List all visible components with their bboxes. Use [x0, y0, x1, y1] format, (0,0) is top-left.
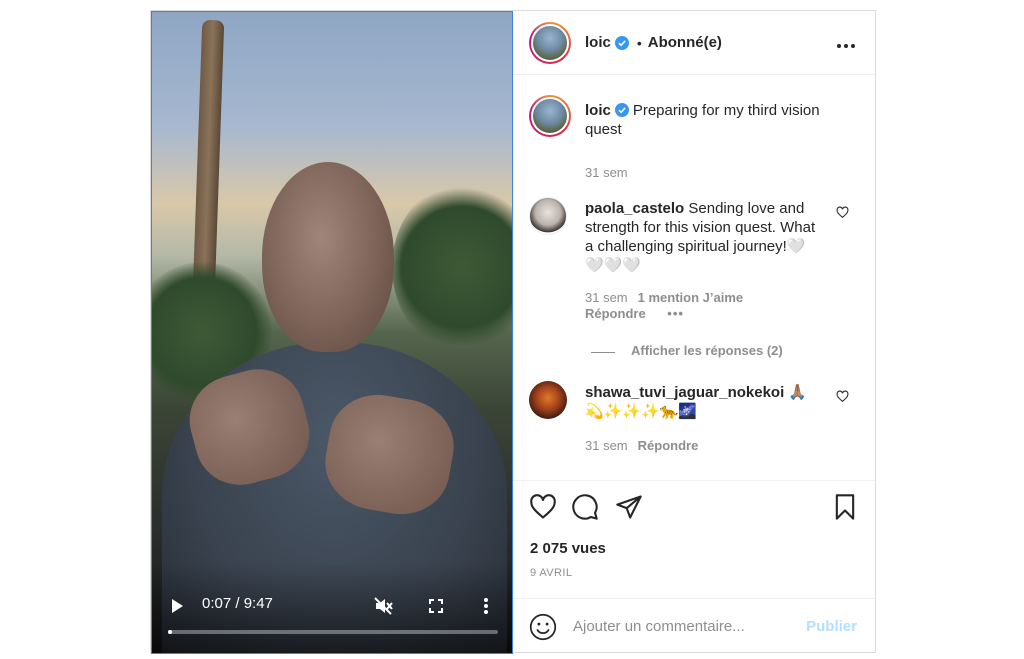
- commenter-avatar[interactable]: [529, 381, 567, 419]
- share-icon[interactable]: [615, 493, 643, 521]
- mute-icon[interactable]: [372, 594, 396, 618]
- author-avatar[interactable]: [529, 21, 571, 64]
- header-separator: •: [636, 34, 642, 51]
- comment-options-icon[interactable]: •••: [667, 306, 684, 321]
- view-count[interactable]: 2 075 vues: [530, 540, 606, 557]
- video-time: 0:07 / 9:47: [202, 595, 273, 612]
- comment-input[interactable]: [573, 618, 793, 635]
- caption-age: 31 sem: [585, 165, 628, 180]
- like-comment-heart-icon[interactable]: [836, 390, 849, 403]
- post-actions: 2 075 vues 9 AVRIL: [513, 480, 875, 598]
- like-heart-icon[interactable]: [529, 493, 557, 521]
- comment-icon[interactable]: [571, 493, 599, 521]
- caption-avatar[interactable]: [529, 95, 571, 137]
- verified-badge-icon: [614, 103, 629, 117]
- follow-status[interactable]: Abonné(e): [648, 34, 722, 51]
- commenter-avatar[interactable]: [529, 197, 567, 235]
- video-progress-bar[interactable]: [168, 630, 498, 634]
- save-bookmark-icon[interactable]: [831, 493, 859, 521]
- like-comment-heart-icon[interactable]: [836, 206, 849, 219]
- person-head: [262, 162, 394, 352]
- view-replies-label[interactable]: Afficher les réponses (2): [631, 343, 783, 358]
- post-modal: 0:07 / 9:47 loic • Abonné(e) loic Prepar…: [150, 10, 876, 654]
- video-progress-fill: [168, 630, 172, 634]
- post-date[interactable]: 9 AVRIL: [530, 567, 572, 579]
- fullscreen-icon[interactable]: [424, 594, 448, 618]
- comments-list: loic Preparing for my third vision quest …: [513, 75, 875, 480]
- more-vertical-icon[interactable]: [474, 594, 498, 618]
- more-horizontal-icon[interactable]: [837, 33, 855, 51]
- publish-button[interactable]: Publier: [806, 618, 857, 635]
- comment-age: 31 sem: [585, 438, 628, 453]
- video-player[interactable]: 0:07 / 9:47: [151, 11, 513, 654]
- post-header: loic • Abonné(e): [513, 11, 875, 75]
- add-comment-bar: Publier: [513, 598, 875, 654]
- emoji-icon[interactable]: [529, 613, 557, 641]
- replies-divider: [591, 352, 615, 353]
- play-icon[interactable]: [166, 595, 188, 617]
- reply-button[interactable]: Répondre: [638, 438, 699, 453]
- post-side-panel: loic • Abonné(e) loic Preparing for my th…: [513, 11, 875, 654]
- reply-button[interactable]: Répondre: [585, 306, 646, 321]
- caption-username[interactable]: loic: [585, 102, 611, 119]
- comment-username[interactable]: paola_castelo: [585, 200, 684, 217]
- comment-likes[interactable]: 1 mention J’aime: [638, 290, 743, 305]
- author-username[interactable]: loic: [585, 34, 611, 51]
- comment-username[interactable]: shawa_tuvi_jaguar_nokekoi: [585, 384, 784, 401]
- verified-badge-icon: [614, 35, 629, 50]
- comment-age: 31 sem: [585, 290, 628, 305]
- palm-foliage-right: [392, 182, 512, 352]
